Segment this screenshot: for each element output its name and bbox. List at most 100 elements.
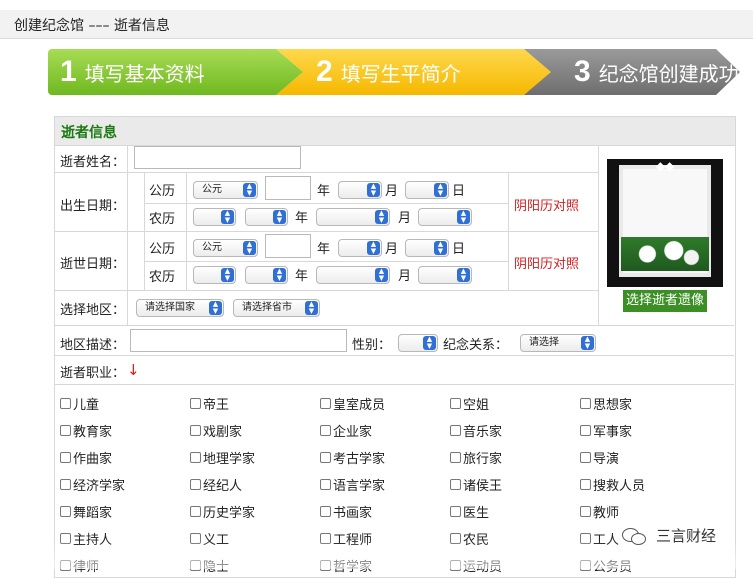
month-label: 月 [385, 184, 399, 199]
month-label: 月 [398, 211, 412, 226]
checkbox-icon[interactable] [320, 425, 331, 436]
death-era-select[interactable]: 公元 ▲ ▼ [193, 239, 258, 257]
occupation-checkbox[interactable]: 旅行家 [450, 448, 502, 467]
occupation-checkbox[interactable]: 作曲家 [60, 448, 112, 467]
gender-label: 性别： [352, 338, 392, 353]
checkbox-icon[interactable] [450, 452, 461, 463]
occupation-checkbox[interactable]: 皇室成员 [320, 394, 385, 413]
checkbox-icon[interactable] [60, 425, 71, 436]
occupation-checkbox[interactable]: 儿童 [60, 394, 99, 413]
name-input[interactable] [134, 146, 301, 169]
select-arrows-icon: ▲ ▼ [434, 241, 447, 255]
occupation-checkbox[interactable]: 书画家 [320, 502, 372, 521]
select-portrait-button[interactable]: 选择逝者遗像 [623, 290, 707, 312]
checkbox-icon[interactable] [60, 452, 71, 463]
birth-lunar-converter-link[interactable]: 阴阳历对照 [514, 195, 579, 214]
occupation-checkbox[interactable]: 企业家 [320, 421, 372, 440]
birth-year-input[interactable] [265, 176, 311, 200]
checkbox-icon[interactable] [450, 506, 461, 517]
checkbox-icon[interactable] [320, 479, 331, 490]
checkbox-icon[interactable] [60, 479, 71, 490]
checkbox-icon[interactable] [580, 452, 591, 463]
birth-month-select[interactable]: ▲ ▼ [338, 181, 382, 199]
checkbox-icon[interactable] [320, 506, 331, 517]
occupation-label: 思想家 [593, 398, 633, 413]
birth-lunar-day-select[interactable]: ▲ ▼ [418, 208, 472, 226]
occupation-label: 导演 [593, 452, 620, 467]
checkbox-icon[interactable] [580, 398, 591, 409]
occupation-checkbox[interactable]: 舞蹈家 [60, 502, 112, 521]
occupation-checkbox[interactable]: 搜救人员 [580, 475, 645, 494]
checkbox-icon[interactable] [450, 479, 461, 490]
death-month-select[interactable]: ▲ ▼ [338, 239, 382, 257]
occupation-checkbox[interactable]: 经济学家 [60, 475, 125, 494]
select-arrows-icon: ▲ ▼ [375, 268, 388, 282]
occupation-checkbox[interactable]: 地理学家 [190, 448, 255, 467]
select-arrows-icon: ▲ ▼ [273, 268, 286, 282]
occupation-checkbox[interactable]: 教育家 [60, 421, 112, 440]
select-arrows-icon: ▲ ▼ [434, 183, 447, 197]
checkbox-icon[interactable] [190, 452, 201, 463]
occupation-checkbox[interactable]: 语言学家 [320, 475, 385, 494]
death-lunar-year-select[interactable]: ▲ ▼ [316, 266, 390, 284]
select-arrows-icon: ▲ ▼ [305, 301, 318, 315]
death-lunar-cycle-select[interactable]: ▲ ▼ [245, 266, 288, 284]
birth-day-select[interactable]: ▲ ▼ [405, 181, 449, 199]
year-label: 年 [317, 242, 331, 257]
occupation-checkbox[interactable]: 帝王 [190, 394, 229, 413]
occupation-label: 经纪人 [203, 479, 243, 494]
wechat-icon [622, 526, 648, 546]
country-select[interactable]: 请选择国家 ▲ ▼ [136, 299, 224, 317]
checkbox-icon[interactable] [190, 398, 201, 409]
checkbox-icon[interactable] [450, 425, 461, 436]
occupation-checkbox[interactable]: 空姐 [450, 394, 489, 413]
occupation-checkbox[interactable]: 经纪人 [190, 475, 242, 494]
death-lunar-converter-link[interactable]: 阴阳历对照 [514, 253, 579, 272]
checkbox-icon[interactable] [580, 425, 591, 436]
birth-lunar-cycle-select[interactable]: ▲ ▼ [245, 208, 288, 226]
death-lunar-day-select[interactable]: ▲ ▼ [418, 266, 472, 284]
birth-lunar-era-select[interactable]: ▲ ▼ [193, 208, 236, 226]
death-lunar-era-select[interactable]: ▲ ▼ [193, 266, 236, 284]
occupation-checkbox[interactable]: 诸侯王 [450, 475, 502, 494]
occupation-label: 搜救人员 [593, 479, 646, 494]
occupation-label: 帝王 [203, 398, 230, 413]
section-title: 逝者信息 [61, 125, 117, 141]
occupation-checkbox[interactable]: 音乐家 [450, 421, 502, 440]
occupation-label: 空姐 [463, 398, 490, 413]
province-select[interactable]: 请选择省市 ▲ ▼ [233, 299, 320, 317]
relation-select[interactable]: 请选择 ▲ ▼ [520, 334, 596, 352]
occupation-label: 军事家 [593, 425, 633, 440]
occupation-checkbox[interactable]: 考古学家 [320, 448, 385, 467]
death-year-input[interactable] [265, 234, 311, 258]
select-arrows-icon: ▲ ▼ [457, 268, 470, 282]
occupation-label: 逝者职业： [60, 366, 126, 381]
portrait-photo: ◆◆ [607, 159, 723, 287]
occupation-checkbox[interactable]: 思想家 [580, 394, 632, 413]
checkbox-icon[interactable] [60, 506, 71, 517]
checkbox-icon[interactable] [60, 398, 71, 409]
checkbox-icon[interactable] [580, 479, 591, 490]
gender-select[interactable]: ▲ ▼ [398, 334, 438, 352]
divider [144, 261, 508, 262]
occupation-checkbox[interactable]: 教师 [580, 502, 619, 521]
checkbox-icon[interactable] [190, 479, 201, 490]
occupation-label: 医生 [463, 506, 490, 521]
checkbox-icon[interactable] [190, 506, 201, 517]
birth-era-select[interactable]: 公元 ▲ ▼ [193, 181, 258, 199]
occupation-checkbox[interactable]: 医生 [450, 502, 489, 521]
divider [54, 355, 734, 356]
region-desc-input[interactable] [130, 329, 347, 352]
occupation-checkbox[interactable]: 历史学家 [190, 502, 255, 521]
death-day-select[interactable]: ▲ ▼ [405, 239, 449, 257]
occupation-checkbox[interactable]: 导演 [580, 448, 619, 467]
birth-lunar-year-select[interactable]: ▲ ▼ [316, 208, 390, 226]
checkbox-icon[interactable] [190, 425, 201, 436]
province-select-value: 请选择省市 [242, 302, 292, 313]
occupation-checkbox[interactable]: 戏剧家 [190, 421, 242, 440]
checkbox-icon[interactable] [320, 452, 331, 463]
checkbox-icon[interactable] [320, 398, 331, 409]
checkbox-icon[interactable] [450, 398, 461, 409]
checkbox-icon[interactable] [580, 506, 591, 517]
occupation-checkbox[interactable]: 军事家 [580, 421, 632, 440]
